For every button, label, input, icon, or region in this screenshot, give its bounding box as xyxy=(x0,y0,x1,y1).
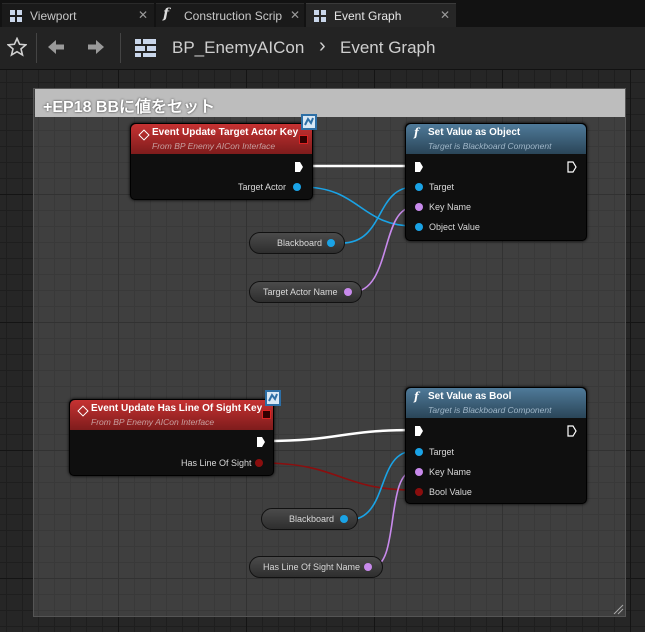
object-pin-icon[interactable] xyxy=(415,448,423,456)
interface-icon xyxy=(265,390,281,406)
function-icon: f xyxy=(163,6,170,22)
node-title: Set Value as Object xyxy=(428,127,521,138)
tab-event-graph-label: Event Graph xyxy=(334,9,402,23)
name-pin-icon[interactable] xyxy=(344,288,352,296)
delegate-pin-icon[interactable] xyxy=(262,410,271,419)
tab-bar: Viewport ✕ f Construction Scrip ✕ Event … xyxy=(0,0,645,27)
grid-icon xyxy=(10,10,22,22)
node-title: Event Update Target Actor Key xyxy=(152,127,299,138)
event-diamond-icon xyxy=(138,129,150,141)
pin-label-target-actor: Target Actor xyxy=(238,182,287,192)
node-header: Event Update Has Line Of Sight Key From … xyxy=(70,400,273,430)
event-diamond-icon xyxy=(77,405,89,417)
object-pin-icon[interactable] xyxy=(293,183,301,191)
node-header: f Set Value as Bool Target is Blackboard… xyxy=(406,388,586,418)
bool-pin-icon[interactable] xyxy=(255,459,263,467)
pin-label-key-name: Key Name xyxy=(429,467,472,477)
object-pin-icon[interactable] xyxy=(340,515,348,523)
breadcrumb-blueprint[interactable]: BP_EnemyAICon xyxy=(172,38,304,58)
pin-label-object-value: Object Value xyxy=(429,222,480,232)
node-subtitle: From BP Enemy AICon Interface xyxy=(152,141,276,151)
exec-in-pin-icon[interactable] xyxy=(414,425,424,437)
breadcrumb-separator: › xyxy=(319,35,326,57)
toolbar-divider xyxy=(36,33,37,63)
resize-handle-icon[interactable] xyxy=(612,603,624,615)
object-pin-icon[interactable] xyxy=(327,239,335,247)
getter-label: Blackboard xyxy=(277,238,323,248)
close-icon[interactable]: ✕ xyxy=(440,8,450,22)
pin-label-has-line-of-sight: Has Line Of Sight xyxy=(181,458,252,468)
delegate-pin-icon[interactable] xyxy=(299,135,308,144)
event-update-has-line-of-sight-key-node[interactable]: Event Update Has Line Of Sight Key From … xyxy=(69,399,274,476)
pin-label-bool-value: Bool Value xyxy=(429,487,472,497)
pin-label-target: Target xyxy=(429,447,455,457)
getter-label: Has Line Of Sight Name xyxy=(263,562,361,572)
grid-icon xyxy=(314,10,326,22)
name-pin-icon[interactable] xyxy=(415,203,423,211)
tab-construction-label: Construction Scrip xyxy=(184,9,283,23)
forward-arrow-icon[interactable] xyxy=(86,37,106,57)
toolbar-divider xyxy=(120,33,121,63)
node-subtitle: From BP Enemy AICon Interface xyxy=(91,417,215,427)
comment-title: +EP18 BBに値をセット xyxy=(43,99,216,116)
object-pin-icon[interactable] xyxy=(415,223,423,231)
node-subtitle: Target is Blackboard Component xyxy=(428,405,552,415)
close-icon[interactable]: ✕ xyxy=(138,8,148,22)
back-arrow-icon[interactable] xyxy=(46,37,66,57)
exec-out-pin-icon[interactable] xyxy=(256,436,266,448)
node-header: f Set Value as Object Target is Blackboa… xyxy=(406,124,586,154)
function-icon: f xyxy=(414,126,419,139)
set-value-as-object-node[interactable]: f Set Value as Object Target is Blackboa… xyxy=(405,123,587,241)
exec-in-pin-icon[interactable] xyxy=(414,161,424,173)
tab-event-graph[interactable]: Event Graph ✕ xyxy=(306,3,456,27)
tab-construction-script[interactable]: f Construction Scrip ✕ xyxy=(156,3,304,27)
function-icon: f xyxy=(414,390,419,403)
exec-out-pin-icon[interactable] xyxy=(567,161,577,173)
exec-out-pin-icon[interactable] xyxy=(567,425,577,437)
target-actor-name-getter-node[interactable]: Target Actor Name xyxy=(249,281,362,303)
getter-label: Target Actor Name xyxy=(263,287,338,297)
graph-toolbar: BP_EnemyAICon › Event Graph xyxy=(0,27,645,70)
breadcrumb-graph[interactable]: Event Graph xyxy=(340,38,435,58)
node-title: Event Update Has Line Of Sight Key xyxy=(91,403,263,414)
pin-label-target: Target xyxy=(429,182,455,192)
bool-pin-icon[interactable] xyxy=(415,488,423,496)
exec-out-pin-icon[interactable] xyxy=(294,161,304,173)
close-icon[interactable]: ✕ xyxy=(290,8,300,22)
blackboard-getter-node[interactable]: Blackboard xyxy=(261,508,358,530)
getter-label: Blackboard xyxy=(289,514,335,524)
blackboard-getter-node[interactable]: Blackboard xyxy=(249,232,345,254)
event-update-target-actor-key-node[interactable]: Event Update Target Actor Key From BP En… xyxy=(130,123,313,200)
interface-icon xyxy=(301,114,317,130)
name-pin-icon[interactable] xyxy=(415,468,423,476)
comment-header[interactable]: +EP18 BBに値をセット xyxy=(35,89,625,117)
has-line-of-sight-name-getter-node[interactable]: Has Line Of Sight Name xyxy=(249,556,383,578)
star-icon[interactable] xyxy=(7,37,27,57)
tab-viewport-label: Viewport xyxy=(30,9,77,23)
blueprint-grid-icon xyxy=(135,39,156,57)
set-value-as-bool-node[interactable]: f Set Value as Bool Target is Blackboard… xyxy=(405,387,587,504)
name-pin-icon[interactable] xyxy=(364,563,372,571)
pin-label-key-name: Key Name xyxy=(429,202,472,212)
object-pin-icon[interactable] xyxy=(415,183,423,191)
node-header: Event Update Target Actor Key From BP En… xyxy=(131,124,312,154)
node-subtitle: Target is Blackboard Component xyxy=(428,141,552,151)
node-title: Set Value as Bool xyxy=(428,391,512,402)
tab-viewport[interactable]: Viewport ✕ xyxy=(2,3,154,27)
